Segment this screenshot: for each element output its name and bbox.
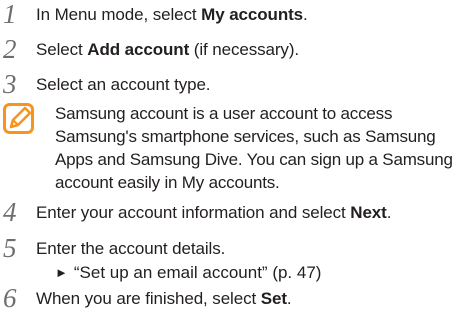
step-5: 5 Enter the account details. <box>0 233 457 263</box>
cross-reference-link[interactable]: “Set up an email account” (p. 47) <box>74 263 322 282</box>
step-text: When you are finished, select Set. <box>36 289 292 309</box>
note-pencil-icon <box>3 103 34 134</box>
arrow-right-icon: ► <box>55 265 68 280</box>
step-1: 1 In Menu mode, select My accounts. <box>0 0 457 29</box>
step-text-bold: Add account <box>87 40 190 59</box>
step-text-plain: . <box>286 289 292 308</box>
note-line: Samsung's smartphone services, such as S… <box>55 127 436 146</box>
step-text: Enter your account information and selec… <box>36 203 391 223</box>
step-text-bold: Next <box>350 203 387 222</box>
step-text-plain: . <box>303 5 308 24</box>
step-text-bold: My accounts <box>201 5 304 24</box>
step-text-plain: Enter your account information and selec… <box>36 203 351 222</box>
step-number: 2 <box>3 34 17 64</box>
step-6: 6 When you are finished, select Set. <box>0 283 457 313</box>
step-text-bold: Set <box>260 289 287 308</box>
step-2: 2 Select Add account (if necessary). <box>0 34 457 64</box>
step-text-plain: (if necessary). <box>189 40 300 59</box>
step-text-plain: Select an account type. <box>36 75 211 94</box>
step-number: 6 <box>3 283 17 313</box>
step-text-plain: In Menu mode, select <box>36 5 202 24</box>
note-line: account easily in My accounts. <box>55 173 280 192</box>
step-3: 3 Select an account type. <box>0 69 457 99</box>
step-number: 4 <box>3 197 17 227</box>
step-number: 1 <box>3 0 17 29</box>
note-line: Samsung account is a user account to acc… <box>55 104 393 123</box>
note-text: Samsung account is a user account to acc… <box>55 102 455 194</box>
step-text: Enter the account details. <box>36 239 225 259</box>
step-4: 4 Enter your account information and sel… <box>0 197 457 227</box>
step-text-plain: Select <box>36 40 88 59</box>
step-text: Select an account type. <box>36 75 211 95</box>
step-number: 3 <box>3 69 17 99</box>
instruction-page: 1 In Menu mode, select My accounts. 2 Se… <box>0 0 457 313</box>
step-text: Select Add account (if necessary). <box>36 40 299 60</box>
step-text-plain: . <box>386 203 392 222</box>
step-number: 5 <box>3 233 17 263</box>
note-line: Apps and Samsung Dive. You can sign up a… <box>55 150 453 169</box>
cross-reference: ► “Set up an email account” (p. 47) <box>55 263 321 284</box>
step-text-plain: When you are finished, select <box>36 289 261 308</box>
step-text-plain: Enter the account details. <box>36 239 226 258</box>
step-text: In Menu mode, select My accounts. <box>36 5 308 25</box>
